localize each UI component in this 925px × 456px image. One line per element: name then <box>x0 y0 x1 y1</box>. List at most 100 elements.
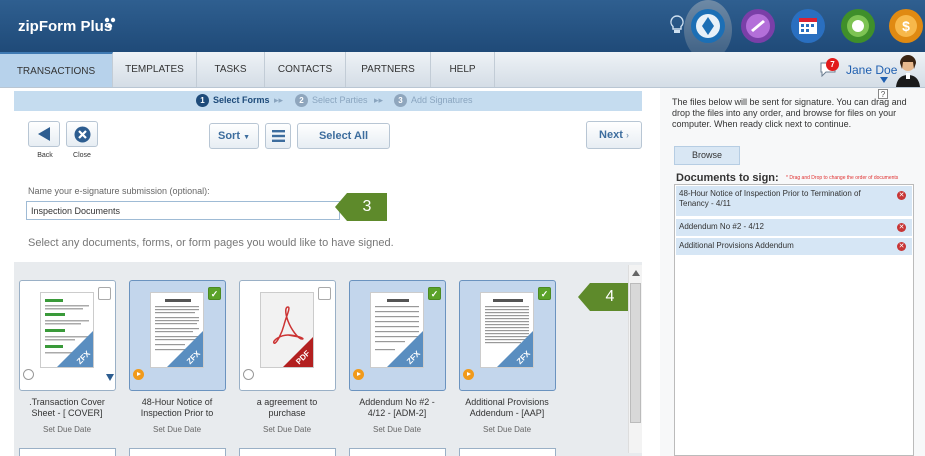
back-button[interactable] <box>28 121 60 147</box>
close-button[interactable] <box>66 121 98 147</box>
form-name: Additional Provisions Addendum - [AAP] <box>457 397 557 419</box>
select-all-button[interactable]: Select All <box>297 123 390 149</box>
chevron-right-icon: › <box>625 130 629 140</box>
lightbulb-icon[interactable] <box>669 14 685 36</box>
forms-scrollbar[interactable] <box>628 265 642 453</box>
svg-text:$: $ <box>902 18 910 34</box>
next-button[interactable]: Next › <box>586 121 642 149</box>
step-arrow-icon: ▸▸ <box>374 95 384 105</box>
form-name: 48-Hour Notice of Inspection Prior to <box>127 397 227 419</box>
form-checkbox[interactable] <box>98 287 111 300</box>
form-card[interactable] <box>459 448 556 456</box>
form-thumbnail: ZFX <box>40 292 94 368</box>
remove-icon[interactable]: ✕ <box>897 191 906 200</box>
tab-partners[interactable]: PARTNERS <box>346 52 431 87</box>
sort-dropdown[interactable]: Sort ▼ <box>209 123 259 149</box>
zfx-corner <box>497 331 533 367</box>
step-label: Add Signatures <box>411 95 473 105</box>
close-label: Close <box>73 152 91 159</box>
scrollbar-thumb[interactable] <box>630 283 641 423</box>
close-icon <box>74 126 91 143</box>
zfx-corner <box>387 331 423 367</box>
form-checkbox-checked[interactable]: ✓ <box>208 287 221 300</box>
user-menu[interactable]: Jane Doe <box>846 63 897 77</box>
set-due-date-link[interactable]: Set Due Date <box>17 425 117 434</box>
form-card[interactable] <box>349 448 446 456</box>
list-view-button[interactable] <box>265 123 291 149</box>
tab-help[interactable]: HELP <box>431 52 495 87</box>
form-checkbox-checked[interactable]: ✓ <box>538 287 551 300</box>
form-card[interactable]: ZFX ✓ <box>129 280 226 391</box>
green-app-icon[interactable] <box>840 8 876 44</box>
step-number: 1 <box>196 94 209 107</box>
calendar-app-icon[interactable] <box>790 8 826 44</box>
form-checkbox-checked[interactable]: ✓ <box>428 287 441 300</box>
notification-badge: 7 <box>826 58 839 71</box>
scroll-up-icon[interactable] <box>632 270 640 276</box>
form-card[interactable]: ZFX <box>19 280 116 391</box>
set-due-date-link[interactable]: Set Due Date <box>237 425 337 434</box>
play-icon[interactable] <box>463 369 474 380</box>
form-name-line: purchase <box>268 408 306 418</box>
document-item[interactable]: Additional Provisions Addendum ✕ <box>676 238 912 256</box>
step-number: 3 <box>394 94 407 107</box>
money-app-icon[interactable]: $ <box>888 8 924 44</box>
form-radio[interactable] <box>243 369 254 380</box>
browse-button[interactable]: Browse <box>674 146 740 165</box>
play-icon[interactable] <box>133 369 144 380</box>
tab-transactions[interactable]: TRANSACTIONS <box>0 52 113 87</box>
svg-text:?: ? <box>881 90 886 99</box>
form-name-line: Sheet - [ COVER] <box>31 408 103 418</box>
document-item[interactable]: Addendum No #2 - 4/12 ✕ <box>676 219 912 237</box>
step-label: Select Parties <box>312 95 368 105</box>
form-radio[interactable] <box>23 369 34 380</box>
sort-label: Sort <box>218 130 240 142</box>
forms-panel: 1 Select Forms ▸▸ 2 Select Parties ▸▸ 3 … <box>0 88 660 456</box>
tab-tasks[interactable]: TASKS <box>197 52 265 87</box>
submission-name-input[interactable] <box>26 201 340 220</box>
remove-icon[interactable]: ✕ <box>897 242 906 251</box>
tab-templates[interactable]: TEMPLATES <box>113 52 197 87</box>
document-name: Additional Provisions Addendum <box>679 241 794 250</box>
form-card[interactable] <box>239 448 336 456</box>
set-due-date-link[interactable]: Set Due Date <box>457 425 557 434</box>
form-name: Addendum No #2 -4/12 - [ADM-2] <box>347 397 447 419</box>
form-name-line: Inspection Prior to <box>140 408 214 418</box>
instructions-text: Select any documents, forms, or form pag… <box>28 237 394 249</box>
back-label: Back <box>37 152 53 159</box>
tab-contacts[interactable]: CONTACTS <box>265 52 346 87</box>
set-due-date-link[interactable]: Set Due Date <box>347 425 447 434</box>
form-card[interactable] <box>129 448 226 456</box>
play-icon[interactable] <box>353 369 364 380</box>
form-card[interactable]: PDF <box>239 280 336 391</box>
form-name-line: 4/12 - [ADM-2] <box>367 408 427 418</box>
list-icon <box>272 130 285 142</box>
app-header: zipForm Plus $ <box>0 0 925 60</box>
form-card[interactable] <box>19 448 116 456</box>
esign-app-icon[interactable] <box>740 8 776 44</box>
main-nav: TRANSACTIONS TEMPLATES TASKS CONTACTS PA… <box>0 52 925 88</box>
forms-grid: 4 ZFX .Transaction Cover Sheet - [ COVER]… <box>14 262 642 456</box>
caret-down-icon: ▼ <box>243 134 250 141</box>
step-label: Select Forms <box>213 95 270 105</box>
set-due-date-link[interactable]: Set Due Date <box>127 425 227 434</box>
form-checkbox[interactable] <box>318 287 331 300</box>
help-icon[interactable]: ? <box>878 89 888 99</box>
documents-list: 48-Hour Notice of Inspection Prior to Te… <box>674 184 914 456</box>
form-name-line: Addendum - [AAP] <box>469 408 545 418</box>
form-card[interactable]: ZFX ✓ <box>349 280 446 391</box>
document-item[interactable]: 48-Hour Notice of Inspection Prior to Te… <box>676 186 912 217</box>
caret-down-icon[interactable] <box>106 374 114 381</box>
form-name: a agreement to purchase <box>237 397 337 419</box>
form-card[interactable]: ZFX ✓ <box>459 280 556 391</box>
form-thumbnail: ZFX <box>150 292 204 368</box>
chevron-down-icon[interactable] <box>880 77 888 83</box>
arrow-left-icon <box>38 127 50 141</box>
avatar[interactable] <box>893 53 923 87</box>
drag-hint: * Drag and Drop to change the order of d… <box>786 175 899 181</box>
remove-icon[interactable]: ✕ <box>897 223 906 232</box>
app-logo: zipForm Plus <box>18 18 113 35</box>
form-name-line: Additional Provisions <box>465 397 549 407</box>
form-name-line: Addendum No #2 - <box>359 397 435 407</box>
transactions-app-icon[interactable] <box>690 8 726 44</box>
